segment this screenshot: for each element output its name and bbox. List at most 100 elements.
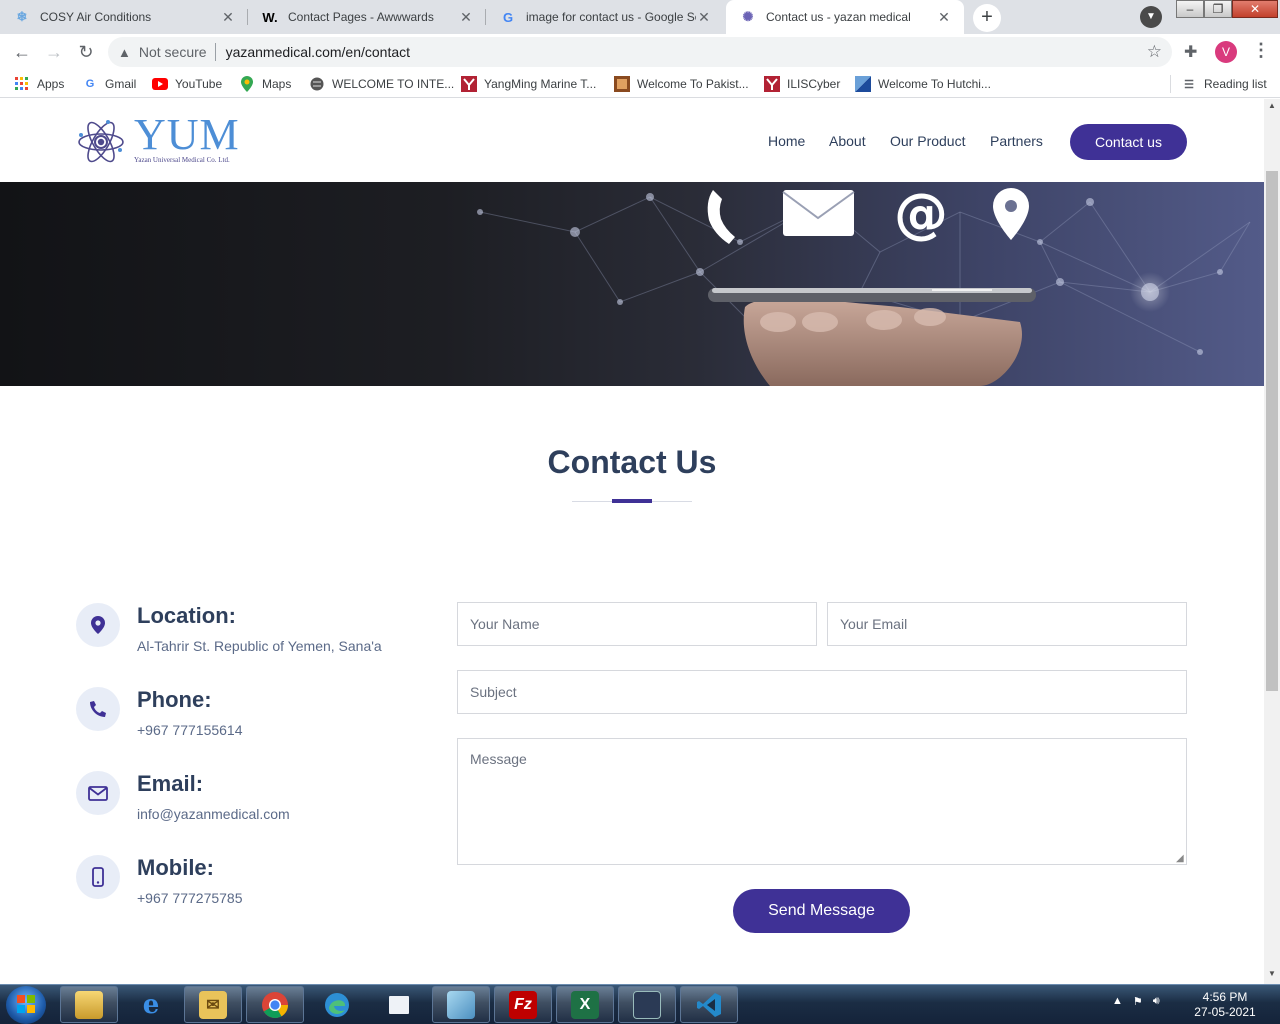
atom-logo-icon: [78, 120, 124, 163]
google-icon: G: [502, 9, 514, 25]
ym-logo-icon: [461, 76, 477, 92]
minimize-button[interactable]: –: [1176, 0, 1204, 18]
taskbar-outlook[interactable]: ✉: [184, 986, 242, 1023]
close-icon[interactable]: ✕: [220, 9, 236, 26]
bookmark-pakistan[interactable]: Welcome To Pakist...: [614, 76, 749, 92]
bookmarks-bar: Apps G Gmail YouTube Maps WELCOME TO INT…: [0, 70, 1280, 98]
bookmark-youtube[interactable]: YouTube: [152, 76, 222, 92]
bookmark-yangming[interactable]: YangMing Marine T...: [461, 76, 596, 92]
bookmark-hutchison[interactable]: Welcome To Hutchi...: [855, 76, 991, 92]
name-input[interactable]: [457, 602, 817, 646]
tab-title: COSY Air Conditions: [40, 10, 152, 24]
bookmark-label: Apps: [37, 77, 65, 91]
resize-grip-icon[interactable]: ◢: [1176, 853, 1184, 864]
tab-yazan-medical[interactable]: ✺ Contact us - yazan medical ✕: [726, 0, 964, 34]
reading-list-button[interactable]: ☰ Reading list: [1181, 76, 1267, 92]
map-pin-icon: [76, 603, 120, 647]
divider: [1170, 75, 1171, 93]
taskbar-filezilla[interactable]: Fz: [494, 986, 552, 1023]
windows-taskbar: e ✉ Fz X ▲ ⚑ 🔊︎ 4:56 PM 27-05-2021: [0, 984, 1280, 1024]
taskbar-vscode[interactable]: [680, 986, 738, 1023]
menu-kebab-icon[interactable]: ⋮: [1252, 40, 1270, 61]
info-value[interactable]: info@yazanmedical.com: [137, 806, 290, 822]
close-icon[interactable]: ✕: [458, 9, 474, 26]
profile-avatar[interactable]: V: [1215, 41, 1237, 63]
hutchison-icon: [855, 76, 871, 92]
nav-partners[interactable]: Partners: [990, 133, 1043, 149]
volume-icon[interactable]: 🔊︎: [1153, 995, 1160, 1008]
taskbar-clock[interactable]: 4:56 PM 27-05-2021: [1190, 990, 1260, 1020]
scrollbar-thumb[interactable]: [1266, 171, 1278, 691]
bookmark-star-icon[interactable]: ☆: [1147, 42, 1162, 62]
bookmark-apps[interactable]: Apps: [14, 76, 64, 92]
close-icon[interactable]: ✕: [936, 9, 952, 26]
new-tab-button[interactable]: +: [973, 4, 1001, 32]
clock-date: 27-05-2021: [1194, 1005, 1256, 1019]
info-label: Phone:: [137, 687, 212, 712]
info-value[interactable]: +967 777275785: [137, 890, 243, 906]
window-close-button[interactable]: ✕: [1232, 0, 1278, 18]
vscode-icon: [695, 991, 723, 1019]
extensions-puzzle-icon[interactable]: ✚: [1184, 42, 1197, 62]
w-logo-icon: W.: [262, 9, 278, 25]
reload-icon[interactable]: ↻: [74, 40, 98, 64]
taskbar-file-explorer[interactable]: [60, 986, 118, 1023]
info-value[interactable]: +967 777155614: [137, 722, 243, 738]
tab-title: image for contact us - Google Se: [526, 10, 696, 24]
close-icon[interactable]: ✕: [696, 9, 712, 26]
message-textarea[interactable]: [457, 738, 1187, 865]
info-value: Al-Tahrir St. Republic of Yemen, Sana'a: [137, 638, 382, 654]
at-sign-icon: @: [894, 182, 948, 245]
page-scrollbar[interactable]: ▲ ▼: [1264, 99, 1280, 984]
taskbar-window-app[interactable]: [370, 986, 428, 1023]
tray-expand-icon[interactable]: ▲: [1112, 995, 1123, 1008]
security-status[interactable]: Not secure: [139, 44, 207, 60]
taskbar-edge[interactable]: [308, 986, 366, 1023]
map-pin-icon: [993, 188, 1029, 240]
bookmark-gmail[interactable]: G Gmail: [82, 76, 137, 92]
bookmark-label: Welcome To Pakist...: [637, 77, 749, 91]
youtube-icon: [152, 76, 168, 92]
chevron-down-icon[interactable]: ▼: [1140, 6, 1162, 28]
bookmark-iliscyber[interactable]: ILISCyber: [764, 76, 840, 92]
bookmark-label: YangMing Marine T...: [484, 77, 597, 91]
bookmark-label: WELCOME TO INTE...: [332, 77, 455, 91]
email-input[interactable]: [827, 602, 1187, 646]
excel-icon: X: [571, 990, 599, 1019]
bookmark-maps[interactable]: Maps: [239, 76, 291, 92]
address-bar[interactable]: ▲ Not secure yazanmedical.com/en/contact…: [108, 37, 1172, 67]
scroll-up-arrow-icon[interactable]: ▲: [1264, 101, 1280, 110]
tab-cosy[interactable]: ❄ COSY Air Conditions ✕: [0, 0, 248, 34]
clock-time: 4:56 PM: [1202, 990, 1248, 1004]
window-icon: [389, 995, 409, 1014]
bookmark-welcome-inte[interactable]: WELCOME TO INTE...: [309, 76, 454, 92]
tab-awwwards[interactable]: W. Contact Pages - Awwwards ✕: [248, 0, 486, 34]
site-logo[interactable]: YUM Yazan Universal Medical Co. Ltd.: [76, 113, 240, 165]
start-button[interactable]: [6, 986, 46, 1024]
restore-button[interactable]: ❐: [1204, 0, 1232, 18]
url-text[interactable]: yazanmedical.com/en/contact: [226, 44, 410, 60]
google-icon: G: [85, 78, 95, 90]
taskbar-notepad[interactable]: [432, 986, 490, 1023]
nav-home[interactable]: Home: [768, 133, 805, 149]
taskbar-remote-desktop[interactable]: [618, 986, 676, 1023]
subject-input[interactable]: [457, 670, 1187, 714]
back-arrow-icon[interactable]: ←: [10, 40, 34, 64]
browser-tab-strip: ❄ COSY Air Conditions ✕ W. Contact Pages…: [0, 0, 1280, 34]
warning-icon[interactable]: ▲: [118, 45, 131, 60]
taskbar-chrome[interactable]: [246, 986, 304, 1023]
send-message-button[interactable]: Send Message: [733, 889, 910, 933]
folder-icon: [75, 990, 103, 1019]
taskbar-excel[interactable]: X: [556, 986, 614, 1023]
forward-arrow-icon[interactable]: →: [42, 40, 66, 64]
tab-google[interactable]: G image for contact us - Google Se ✕: [486, 0, 724, 34]
ie-icon: e: [142, 989, 160, 1020]
scroll-down-arrow-icon[interactable]: ▼: [1264, 969, 1280, 978]
contact-us-button[interactable]: Contact us: [1070, 124, 1187, 160]
nav-about[interactable]: About: [829, 133, 866, 149]
nav-our-product[interactable]: Our Product: [890, 133, 965, 149]
taskbar-internet-explorer[interactable]: e: [122, 986, 180, 1023]
reading-list-label: Reading list: [1204, 77, 1267, 91]
action-center-flag-icon[interactable]: ⚑: [1133, 995, 1143, 1008]
divider: [214, 43, 216, 61]
